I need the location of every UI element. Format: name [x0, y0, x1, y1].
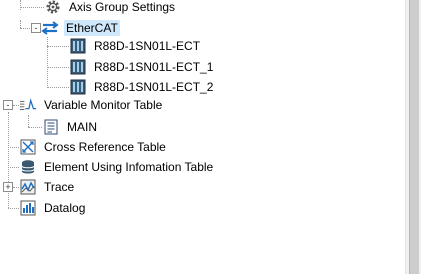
tree-item-cross-reference-table[interactable]: Cross Reference Table: [19, 138, 168, 156]
tree-guide-line: [8, 208, 19, 209]
tree-item-device[interactable]: R88D-1SN01L-ECT_2: [69, 78, 215, 96]
datalog-icon: [19, 199, 37, 217]
tree-expander-variable-monitor-table[interactable]: -: [3, 100, 13, 110]
tree-item-device[interactable]: R88D-1SN01L-ECT: [69, 37, 202, 55]
tree-expander-ethercat[interactable]: -: [31, 23, 41, 33]
tree-guide-line: [28, 127, 42, 128]
tree-item-variable-monitor-table[interactable]: Variable Monitor Table: [19, 96, 164, 114]
tree-item-label: Variable Monitor Table: [44, 98, 163, 112]
tree-item-main[interactable]: MAIN: [42, 118, 99, 136]
project-tree: Axis Group Settings EtherCAT - R88D-1SN0…: [0, 0, 405, 274]
tree-guide-line: [47, 87, 69, 88]
trace-icon: [19, 178, 37, 196]
cross-reference-icon: [19, 138, 37, 156]
tree-item-label: EtherCAT: [64, 20, 120, 36]
tree-guide-line: [20, 7, 44, 8]
tree-guide-line: [28, 115, 29, 127]
vertical-scrollbar[interactable]: [405, 0, 421, 274]
tree-item-label: Datalog: [44, 201, 86, 215]
tree-expander-trace[interactable]: +: [3, 182, 13, 192]
tree-item-label: Axis Group Settings: [69, 0, 176, 14]
tree-item-label: R88D-1SN01L-ECT_2: [94, 80, 214, 94]
tree-item-label: R88D-1SN01L-ECT_1: [94, 60, 214, 74]
gear-icon: [44, 0, 62, 16]
tree-guide-line: [47, 37, 48, 88]
tree-item-trace[interactable]: Trace: [19, 178, 76, 196]
servo-drive-icon: [69, 58, 87, 76]
tree-item-label: R88D-1SN01L-ECT: [94, 39, 201, 53]
tree-item-element-using-information-table[interactable]: Element Using Infomation Table: [19, 158, 215, 176]
tree-item-axis-group-settings[interactable]: Axis Group Settings: [44, 0, 177, 16]
tree-guide-line: [20, 20, 21, 28]
tree-item-datalog[interactable]: Datalog: [19, 199, 87, 217]
tree-item-label: Element Using Infomation Table: [44, 160, 214, 174]
document-icon: [42, 118, 60, 136]
tree-guide-line: [47, 67, 69, 68]
tree-guide-line: [8, 112, 9, 208]
tree-item-ethercat[interactable]: EtherCAT: [41, 19, 120, 37]
tree-guide-line: [8, 147, 19, 148]
tree-guide-line: [20, 0, 21, 10]
servo-drive-icon: [69, 37, 87, 55]
tree-guide-line: [8, 167, 19, 168]
tree-item-label: Cross Reference Table: [44, 140, 166, 154]
tree-item-label: MAIN: [67, 120, 97, 134]
database-icon: [19, 158, 37, 176]
tree-item-label: Trace: [44, 180, 75, 194]
scrollbar-thumb[interactable]: [409, 0, 419, 274]
servo-drive-icon: [69, 78, 87, 96]
monitor-wave-icon: [19, 96, 37, 114]
tree-item-device[interactable]: R88D-1SN01L-ECT_1: [69, 58, 215, 76]
tree-guide-line: [47, 46, 69, 47]
ethercat-icon: [41, 19, 59, 37]
